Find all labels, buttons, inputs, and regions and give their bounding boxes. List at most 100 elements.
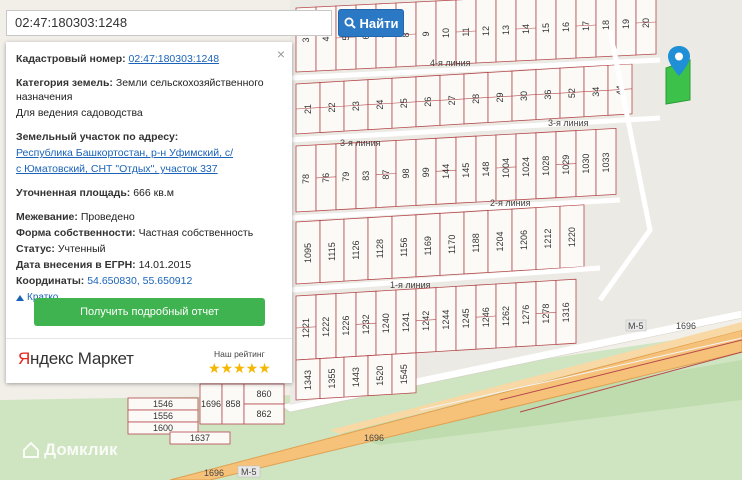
street-label: 2-я линия [490, 198, 531, 208]
parcel-number: 1212 [543, 229, 553, 249]
parcel-number: 12 [481, 26, 491, 36]
parcel-number: 1028 [541, 156, 551, 176]
status-row: Статус: Учтенный [16, 242, 282, 256]
street-label: 1-я линия [390, 280, 431, 290]
ownership-value: Частная собственность [138, 227, 254, 239]
category-label: Категория земель: [16, 77, 113, 89]
area-label: Уточненная площадь: [16, 187, 131, 199]
category-row: Категория земель: Земли сельскохозяйстве… [16, 76, 282, 104]
parcel-number: 18 [601, 20, 611, 30]
parcel-number: 1220 [567, 227, 577, 247]
search-input[interactable]: 02:47:180303:1248 [6, 10, 332, 36]
parcel-number: 1024 [521, 157, 531, 177]
yandex-market-logo[interactable]: Яндекс Маркет [18, 349, 134, 369]
parcel-number: 1030 [581, 154, 591, 174]
parcel-number: 1696 [201, 399, 221, 409]
parcel-number: 23 [351, 101, 361, 111]
cadastral-link[interactable]: 02:47:180303:1248 [129, 53, 220, 65]
parcel-number: 9 [421, 31, 431, 36]
close-icon[interactable]: × [277, 47, 285, 61]
parcel-number: 1221 [301, 318, 311, 338]
parcel-number: 1004 [501, 158, 511, 178]
parcel-number: 1241 [401, 312, 411, 332]
rating-label: Наш рейтинг [214, 349, 265, 359]
parcel-number: 1126 [351, 240, 361, 259]
parcel-number: 1170 [447, 235, 457, 254]
parcel-number: 15 [541, 23, 551, 33]
parcel-number: 858 [225, 399, 240, 409]
cadastral-row: Кадастровый номер: 02:47:180303:1248 [16, 52, 282, 66]
parcel-number: 1156 [399, 238, 409, 257]
status-value: Учтенный [57, 243, 106, 255]
parcel-number: 1245 [461, 308, 471, 328]
parcel-number: 28 [471, 94, 481, 104]
search-button[interactable]: Найти [338, 9, 404, 37]
parcel-number: 36 [543, 90, 553, 100]
street-label: 4-я линия [430, 58, 471, 68]
status-label: Статус: [16, 243, 55, 255]
parcel-number: 1556 [153, 411, 173, 421]
parcel-number: 1276 [521, 305, 531, 325]
parcel-number: 98 [401, 168, 411, 178]
parcel-number: 11 [461, 27, 471, 36]
parcel-number: 79 [341, 172, 351, 182]
parcel-number: 1443 [351, 367, 361, 387]
parcel-number: 1246 [481, 307, 491, 327]
survey-label: Межевание: [16, 211, 78, 223]
parcel-number: 24 [375, 100, 385, 110]
ownership-label: Форма собственности: [16, 227, 136, 239]
parcel-number: 1316 [561, 302, 571, 322]
parcel-number: 862 [256, 409, 271, 419]
parcel-number: 83 [361, 171, 371, 181]
parcel-number: 148 [481, 162, 491, 177]
parcel-number: 19 [621, 19, 631, 29]
survey-row: Межевание: Проведено [16, 210, 282, 224]
ownership-row: Форма собственности: Частная собственнос… [16, 226, 282, 240]
detailed-report-button[interactable]: Получить подробный отчет [34, 298, 265, 326]
street-label: 3-я линия [548, 118, 589, 128]
market-rating[interactable]: Наш рейтинг ★★★★★ [208, 349, 271, 377]
parcel-number: 29 [495, 92, 505, 102]
survey-value: Проведено [80, 211, 135, 223]
address-label: Земельный участок по адресу: [16, 131, 179, 143]
search-icon [344, 17, 356, 29]
location-pin-icon[interactable] [668, 46, 690, 76]
parcel-number: 1637 [190, 433, 210, 443]
parcel-info-panel: × Кадастровый номер: 02:47:180303:1248 К… [6, 42, 292, 383]
parcel-number: 1188 [471, 233, 481, 252]
address-link-line1[interactable]: Республика Башкортостан, р-н Уфимский, с… [16, 147, 233, 159]
cadastral-label: Кадастровый номер: [16, 53, 126, 65]
address-link-line2[interactable]: с Юматовский, СНТ "Отдых", участок 337 [16, 163, 218, 175]
parcel-number: 10 [441, 28, 451, 38]
parcel-number: 1033 [601, 152, 611, 172]
coords-row: Координаты: 54.650830, 55.650912 [16, 274, 282, 288]
parcel-number: 3 [301, 37, 311, 42]
house-icon [23, 441, 39, 458]
parcel-number: 34 [591, 87, 601, 97]
parcel-number: 1278 [541, 304, 551, 324]
panel-divider [6, 338, 292, 339]
parcel-number: 22 [327, 103, 337, 113]
yandex-market-logo-y: Я [18, 349, 30, 368]
parcel-number: 87 [381, 170, 391, 180]
parcel-number: 14 [521, 24, 531, 34]
road-label: 1696 [364, 433, 384, 443]
parcel-number: 1029 [561, 155, 571, 175]
parcel-number: 20 [641, 18, 651, 28]
search-button-label: Найти [359, 15, 399, 31]
parcel-number: 1115 [327, 242, 337, 261]
parcel-number: 76 [321, 173, 331, 183]
parcel-number: 1169 [423, 236, 433, 255]
road-label-m5: М-5 [241, 467, 257, 477]
usage-value: Для ведения садоводства [16, 107, 143, 119]
parcel-number: 13 [501, 25, 511, 35]
parcel-number: 1546 [153, 399, 173, 409]
parcel-number: 1343 [303, 370, 313, 390]
parcel-number: 27 [447, 95, 457, 105]
triangle-up-icon [16, 294, 24, 301]
date-label: Дата внесения в ЕГРН: [16, 259, 136, 271]
date-row: Дата внесения в ЕГРН: 14.01.2015 [16, 258, 282, 272]
parcel-number: 144 [441, 164, 451, 179]
parcel-number: 1222 [321, 317, 331, 337]
parcel-number: 1520 [375, 366, 385, 386]
